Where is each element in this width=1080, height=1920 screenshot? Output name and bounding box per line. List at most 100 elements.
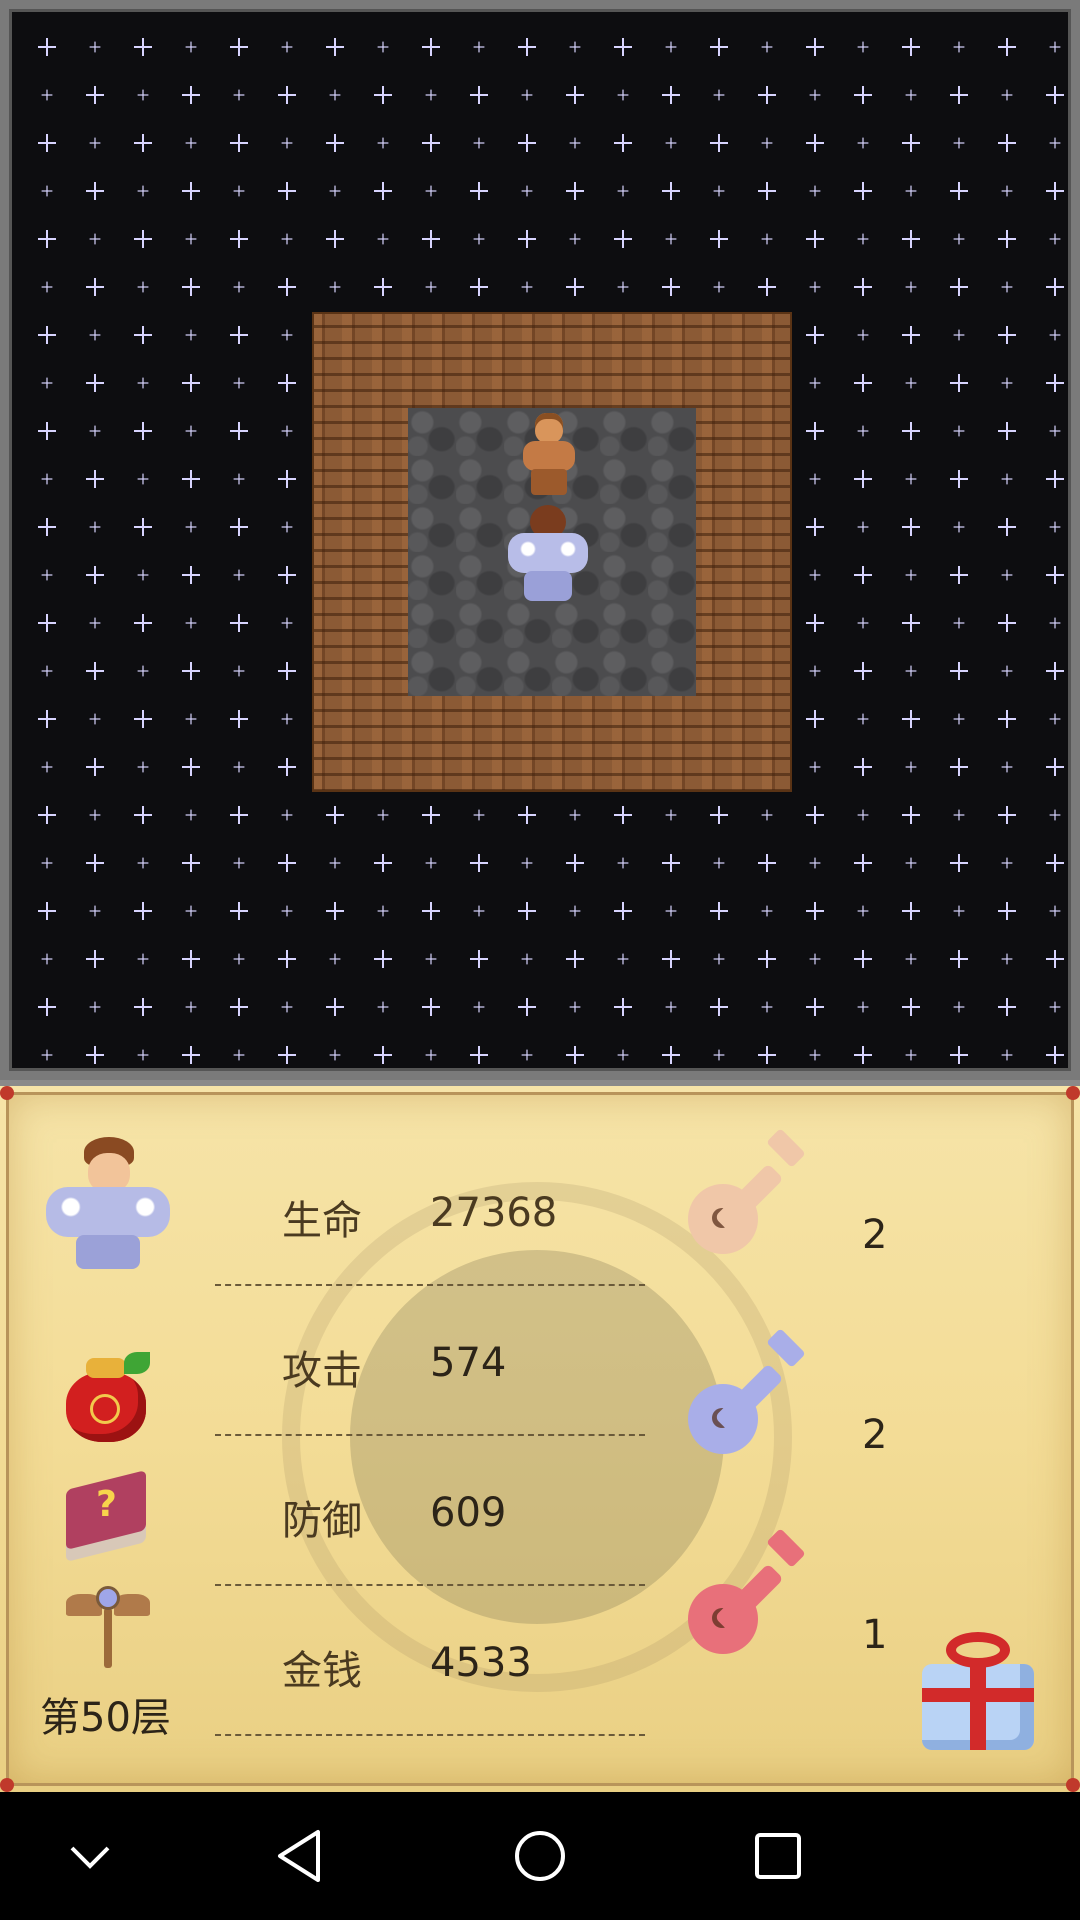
star-decoration xyxy=(1046,758,1064,776)
star-decoration xyxy=(134,806,152,824)
star-decoration xyxy=(566,278,584,296)
star-decoration xyxy=(38,422,56,440)
monster-book-icon[interactable]: ? xyxy=(62,1470,154,1556)
chevron-down-icon[interactable] xyxy=(58,1824,122,1888)
back-icon[interactable] xyxy=(270,1824,334,1888)
star-decoration xyxy=(518,806,536,824)
star-decoration xyxy=(854,86,872,104)
star-decoration xyxy=(809,761,821,773)
star-decoration xyxy=(809,185,821,197)
star-decoration xyxy=(281,521,293,533)
star-decoration xyxy=(281,809,293,821)
star-decoration xyxy=(278,662,296,680)
star-decoration xyxy=(665,905,677,917)
star-decoration xyxy=(137,665,149,677)
star-decoration xyxy=(233,281,245,293)
star-decoration xyxy=(281,617,293,629)
star-decoration xyxy=(377,137,389,149)
star-decoration xyxy=(134,902,152,920)
stat-label-hp: 生命 xyxy=(282,1198,362,1244)
star-decoration xyxy=(1001,857,1013,869)
star-decoration xyxy=(233,665,245,677)
star-decoration xyxy=(1049,809,1061,821)
star-decoration xyxy=(518,902,536,920)
corner-ornament xyxy=(1066,1778,1080,1792)
star-decoration xyxy=(233,1049,245,1061)
star-decoration xyxy=(230,998,248,1016)
star-decoration xyxy=(614,230,632,248)
star-decoration xyxy=(134,134,152,152)
star-decoration xyxy=(41,473,53,485)
star-decoration xyxy=(950,1046,968,1064)
star-decoration xyxy=(41,377,53,389)
star-decoration xyxy=(89,41,101,53)
star-decoration xyxy=(806,998,824,1016)
star-decoration xyxy=(1001,377,1013,389)
star-decoration xyxy=(809,1049,821,1061)
star-decoration xyxy=(617,857,629,869)
star-decoration xyxy=(806,710,824,728)
star-decoration xyxy=(713,857,725,869)
corner-ornament xyxy=(0,1086,14,1100)
lucky-bag-icon[interactable] xyxy=(60,1352,152,1444)
star-decoration xyxy=(569,233,581,245)
star-decoration xyxy=(521,953,533,965)
fly-wand-icon[interactable] xyxy=(66,1586,150,1672)
star-decoration xyxy=(905,89,917,101)
star-decoration xyxy=(89,617,101,629)
star-decoration xyxy=(182,374,200,392)
star-decoration xyxy=(713,185,725,197)
star-decoration xyxy=(425,89,437,101)
game-map[interactable] xyxy=(0,0,1080,1080)
star-decoration xyxy=(1049,137,1061,149)
star-decoration xyxy=(137,1049,149,1061)
star-decoration xyxy=(38,134,56,152)
star-decoration xyxy=(326,38,344,56)
star-decoration xyxy=(950,854,968,872)
star-decoration xyxy=(281,1001,293,1013)
star-decoration xyxy=(134,998,152,1016)
red-key-count: 1 xyxy=(862,1612,888,1658)
star-decoration xyxy=(1049,713,1061,725)
star-decoration xyxy=(89,1001,101,1013)
star-decoration xyxy=(998,998,1016,1016)
home-icon[interactable] xyxy=(508,1824,572,1888)
star-decoration xyxy=(566,950,584,968)
star-decoration xyxy=(86,854,104,872)
star-decoration xyxy=(1049,425,1061,437)
star-decoration xyxy=(281,137,293,149)
star-decoration xyxy=(854,182,872,200)
star-decoration xyxy=(89,137,101,149)
star-decoration xyxy=(38,326,56,344)
star-decoration xyxy=(137,857,149,869)
star-decoration xyxy=(614,38,632,56)
star-decoration xyxy=(953,41,965,53)
star-decoration xyxy=(326,230,344,248)
divider xyxy=(215,1584,645,1586)
star-decoration xyxy=(38,902,56,920)
star-decoration xyxy=(950,566,968,584)
star-decoration xyxy=(518,230,536,248)
star-decoration xyxy=(89,809,101,821)
star-decoration xyxy=(182,182,200,200)
star-decoration xyxy=(1001,185,1013,197)
star-decoration xyxy=(905,665,917,677)
star-decoration xyxy=(230,518,248,536)
star-decoration xyxy=(86,566,104,584)
recents-icon[interactable] xyxy=(746,1824,810,1888)
star-decoration xyxy=(41,665,53,677)
star-decoration xyxy=(1001,569,1013,581)
star-decoration xyxy=(950,662,968,680)
star-decoration xyxy=(902,230,920,248)
star-decoration xyxy=(662,182,680,200)
stat-value-gold: 4533 xyxy=(430,1640,532,1686)
star-decoration xyxy=(758,182,776,200)
stat-value-attack: 574 xyxy=(430,1340,507,1386)
star-decoration xyxy=(1001,281,1013,293)
star-decoration xyxy=(230,806,248,824)
npc-character[interactable] xyxy=(509,407,589,503)
star-decoration xyxy=(137,377,149,389)
gift-box-icon[interactable] xyxy=(916,1628,1042,1756)
star-decoration xyxy=(374,1046,392,1064)
star-decoration xyxy=(809,665,821,677)
